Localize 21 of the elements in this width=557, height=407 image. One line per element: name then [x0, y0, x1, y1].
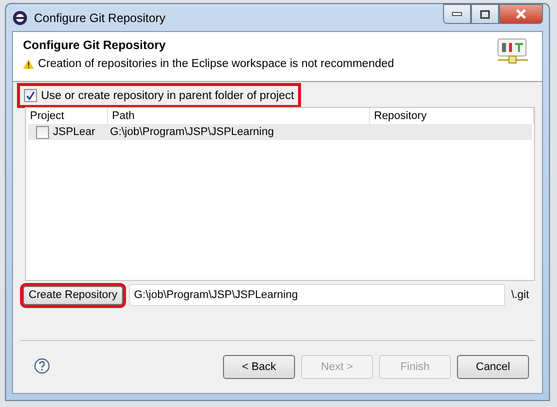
parent-folder-checkbox[interactable]: Use or create repository in parent folder of project [20, 86, 298, 105]
close-button[interactable] [499, 4, 543, 24]
wizard-button[interactable]: Cancel [457, 355, 529, 379]
table-row[interactable]: JSPLear G:\job\Program\JSP\JSPLearning [28, 124, 532, 140]
window-title: Configure Git Repository [34, 10, 166, 24]
table-cell: G:\job\Program\JSP\JSPLearning [110, 126, 274, 138]
git-suffix: \.git [511, 289, 529, 301]
help-icon[interactable] [34, 358, 50, 374]
maximize-button[interactable] [471, 4, 499, 24]
check-icon [26, 91, 35, 100]
warning-icon [23, 59, 34, 69]
maximize-icon [480, 10, 490, 18]
repository-path-field[interactable]: G:\job\Program\JSP\JSPLearning [129, 284, 506, 306]
wizard-button[interactable]: < Back [223, 355, 295, 379]
warning-message: Creation of repositories in the Eclipse workspace is not recommended [38, 58, 394, 70]
page-title: Configure Git Repository [23, 38, 167, 52]
minimize-icon [452, 12, 462, 16]
table-cell: JSPLear [53, 126, 96, 138]
close-icon [516, 9, 526, 19]
row-checkbox[interactable] [36, 126, 49, 138]
minimize-button[interactable] [443, 4, 471, 24]
